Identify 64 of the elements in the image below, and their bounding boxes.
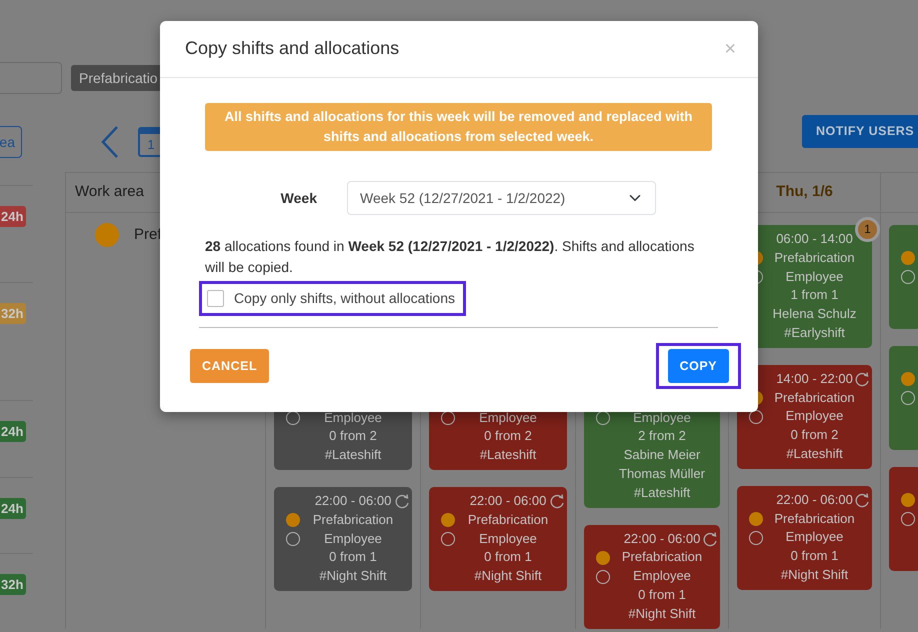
- shift-area: Prefabrication: [763, 388, 866, 408]
- shift-area: Prefabrication: [300, 510, 406, 530]
- staffing-count: 2 from 2: [637, 427, 687, 446]
- day-header: Thu, 1/6: [776, 182, 833, 202]
- notify-users-button[interactable]: NOTIFY USERS: [802, 115, 918, 148]
- employee-name: Helena Schulz: [772, 305, 858, 324]
- shift-time: 14:00 - 22:00: [775, 370, 854, 388]
- shift-area: Prefabrication: [763, 510, 866, 528]
- work-area-name: Pref: [134, 224, 162, 245]
- shift-role: Employee: [632, 408, 692, 427]
- summary-text: 28 allocations found in Week 52 (12/27/2021 - 1/2/2022). Shifts and allocations will be copied.: [205, 237, 696, 277]
- hours-badge: 32h: [0, 303, 26, 324]
- shift-card[interactable]: 22:00 - 06:00 Prefabrication Employee 0 from 1 #Night Shift: [584, 524, 720, 629]
- shift-tag: #Night Shift: [300, 567, 406, 586]
- shift-role: Employee: [323, 408, 383, 427]
- staffing-count: 1 from 1: [790, 286, 840, 304]
- staffing-count: 0 from 2: [328, 427, 378, 446]
- staffing-count: 0 from 1: [637, 586, 687, 604]
- shift-role: Employee: [478, 530, 538, 548]
- copy-button[interactable]: COPY: [668, 349, 729, 383]
- shift-tag: #Night Shift: [455, 567, 561, 586]
- shift-area: Prefabrication: [763, 248, 866, 268]
- shift-tag: #Lateshift: [763, 444, 866, 464]
- shift-role: Employee: [478, 408, 538, 427]
- staffing-count: 0 from 2: [483, 427, 533, 446]
- shift-card[interactable]: 22:00 - 06:00 Prefabrication Employee 0 from 1 #Night Shift: [429, 486, 567, 591]
- shift-card[interactable]: 22:00 - 06:00 Prefabrication Employee 0 from 1 #Night Shift: [274, 486, 412, 591]
- employee-name: Sabine Meier: [622, 446, 702, 464]
- shift-role: Employee: [784, 407, 844, 426]
- shift-tag: #Night Shift: [763, 566, 866, 585]
- shift-time: 22:00 - 06:00: [775, 490, 854, 509]
- staffing-count: 0 from 1: [328, 548, 378, 566]
- shift-role: Employee: [632, 567, 692, 586]
- staffing-count: 0 from 2: [790, 426, 840, 444]
- hours-badge: 32h: [0, 574, 26, 595]
- shift-area: Prefabrication: [455, 510, 561, 530]
- shift-time: 22:00 - 06:00: [468, 492, 548, 510]
- staffing-count: 0 from 1: [790, 547, 840, 566]
- staffing-count: 0 from 1: [483, 548, 533, 566]
- shift-time: 22:00 - 06:00: [314, 492, 392, 510]
- column-header: Work area: [75, 182, 144, 202]
- shift-tag: #Lateshift: [610, 484, 714, 503]
- warning-alert: All shifts and allocations for this week will be removed and replaced with shifts and allocations from selected week.: [205, 103, 712, 151]
- shift-card[interactable]: 22:00 - 06:00 Prefabrication Employee 0 from 1 #Night Shift: [737, 486, 872, 590]
- shift-tag: #Lateshift: [300, 446, 406, 465]
- shift-tag: #Lateshift: [455, 446, 561, 465]
- shift-area: Prefabrication: [610, 548, 714, 568]
- shift-tag: #Earlyshift: [763, 324, 866, 343]
- shift-time: 06:00 - 14:00: [775, 230, 854, 248]
- shift-time: 22:00 - 06:00: [622, 530, 702, 548]
- dialog-title: Copy shifts and allocations: [185, 38, 400, 60]
- shift-card[interactable]: 14:00 - 22:00 Prefabrication Employee 0 from 2 #Lateshift: [737, 364, 872, 469]
- notification-badge: 1: [855, 217, 880, 242]
- hours-badge: 24h: [0, 498, 26, 519]
- week-select[interactable]: Week 52 (12/27/2021 - 1/2/2022): [347, 181, 656, 215]
- week-label: Week: [280, 188, 317, 208]
- checkbox-label[interactable]: Copy only shifts, without allocations: [234, 288, 455, 309]
- shift-role: Employee: [323, 530, 383, 548]
- hours-badge: 24h: [0, 206, 26, 227]
- hours-badge: 24h: [0, 421, 26, 442]
- shift-tag: #Night Shift: [610, 604, 714, 624]
- employee-name: Thomas Müller: [618, 464, 706, 483]
- shift-role: Employee: [784, 268, 844, 286]
- shift-role: Employee: [784, 528, 844, 546]
